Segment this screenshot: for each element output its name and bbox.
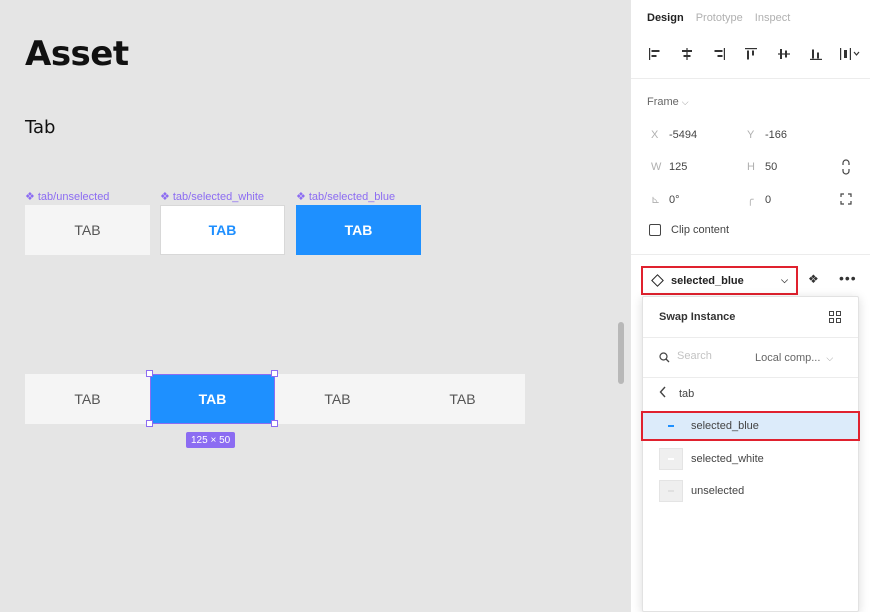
instance-swap-dropdown[interactable]: selected_blue ⌵	[641, 266, 798, 295]
size-badge: 125 × 50	[186, 432, 236, 448]
swap-option-selected-blue[interactable]: selected_blue	[641, 411, 860, 441]
divider	[631, 254, 870, 255]
align-top-icon[interactable]	[737, 40, 765, 68]
component-tab-selected-blue[interactable]: TAB	[296, 205, 421, 255]
align-vertical-center-icon[interactable]	[770, 40, 798, 68]
resize-handle-bottom-right[interactable]	[271, 420, 278, 427]
resize-handle-bottom-left[interactable]	[146, 420, 153, 427]
tab-prototype[interactable]: Prototype	[696, 12, 743, 24]
tab-bar-instance[interactable]: TAB TAB TAB TAB	[25, 370, 525, 427]
frame-section-title[interactable]: Frame ⌵	[647, 96, 689, 108]
section-heading: Tab	[25, 117, 56, 138]
swap-option-selected-white[interactable]: selected_white	[643, 444, 858, 474]
canvas[interactable]: Asset Tab ❖ tab/unselected ❖ tab/selected_…	[0, 0, 630, 612]
align-right-icon[interactable]	[705, 40, 733, 68]
tab-item-selected[interactable]: TAB	[150, 374, 275, 424]
component-tab-selected-white[interactable]: TAB	[160, 205, 285, 255]
y-field[interactable]: Y -166	[747, 129, 787, 141]
page-heading: Asset	[25, 34, 129, 74]
more-options-icon[interactable]: •••	[839, 270, 857, 286]
tab-item[interactable]: TAB	[275, 374, 400, 424]
alignment-toolbar	[641, 40, 866, 68]
panel-tabs: Design Prototype Inspect	[647, 12, 790, 24]
tab-design[interactable]: Design	[647, 12, 684, 24]
swap-instance-popover: Swap Instance Local comp...⌵ tab selecte…	[641, 296, 860, 612]
distribute-icon[interactable]	[834, 40, 866, 68]
divider	[631, 78, 870, 79]
align-bottom-icon[interactable]	[802, 40, 830, 68]
rotation-field[interactable]: ⊾ 0°	[651, 193, 680, 206]
corner-radius-icon: ╭	[747, 194, 754, 206]
tab-inspect[interactable]: Inspect	[755, 12, 790, 24]
swap-option-unselected[interactable]: unselected	[643, 476, 858, 506]
resize-handle-top-right[interactable]	[271, 370, 278, 377]
x-field[interactable]: X -5494	[651, 129, 697, 141]
chevron-down-icon: ⌵	[781, 275, 788, 285]
align-left-icon[interactable]	[641, 40, 669, 68]
canvas-scrollbar[interactable]	[618, 322, 624, 384]
component-thumbnail	[659, 480, 683, 502]
clip-content-label: Clip content	[671, 224, 730, 236]
tab-item[interactable]: TAB	[400, 374, 525, 424]
height-field[interactable]: H 50	[747, 161, 777, 173]
chevron-down-icon: ⌵	[826, 353, 834, 363]
independent-corners-icon[interactable]	[840, 193, 852, 208]
back-chevron-icon[interactable]	[659, 386, 667, 401]
clip-content-checkbox[interactable]	[649, 224, 661, 236]
rotation-icon: ⊾	[651, 194, 661, 206]
go-to-main-component-icon[interactable]: ❖	[808, 272, 819, 286]
tab-item[interactable]: TAB	[25, 374, 150, 424]
instance-icon	[651, 274, 664, 287]
popover-title: Swap Instance	[659, 311, 736, 323]
component-icon: ❖	[25, 191, 35, 203]
instance-name: selected_blue	[671, 274, 744, 287]
width-field[interactable]: W 125	[651, 161, 687, 173]
search-input[interactable]	[677, 350, 747, 362]
component-icon: ❖	[296, 191, 306, 203]
align-horizontal-center-icon[interactable]	[673, 40, 701, 68]
component-tab-unselected[interactable]: TAB	[25, 205, 150, 255]
search-icon	[659, 352, 670, 366]
divider	[643, 337, 858, 338]
constrain-proportions-icon[interactable]	[841, 159, 851, 178]
grid-view-icon[interactable]	[829, 311, 841, 323]
component-label-selected-white[interactable]: ❖ tab/selected_white	[160, 190, 264, 203]
design-panel: Design Prototype Inspect Frame⌵ X-5494	[630, 0, 870, 612]
component-thumbnail	[659, 448, 683, 470]
divider	[643, 377, 858, 378]
component-label-selected-blue[interactable]: ❖ tab/selected_blue	[296, 190, 395, 203]
resize-handle-top-left[interactable]	[146, 370, 153, 377]
component-label-unselected[interactable]: ❖ tab/unselected	[25, 190, 109, 203]
chevron-down-icon: ⌵	[681, 97, 689, 107]
component-icon: ❖	[160, 191, 170, 203]
library-scope-dropdown[interactable]: Local comp... ⌵	[755, 352, 833, 364]
corner-radius-field[interactable]: ╭ 0	[747, 193, 771, 206]
breadcrumb[interactable]: tab	[679, 388, 694, 400]
component-thumbnail	[659, 415, 683, 437]
